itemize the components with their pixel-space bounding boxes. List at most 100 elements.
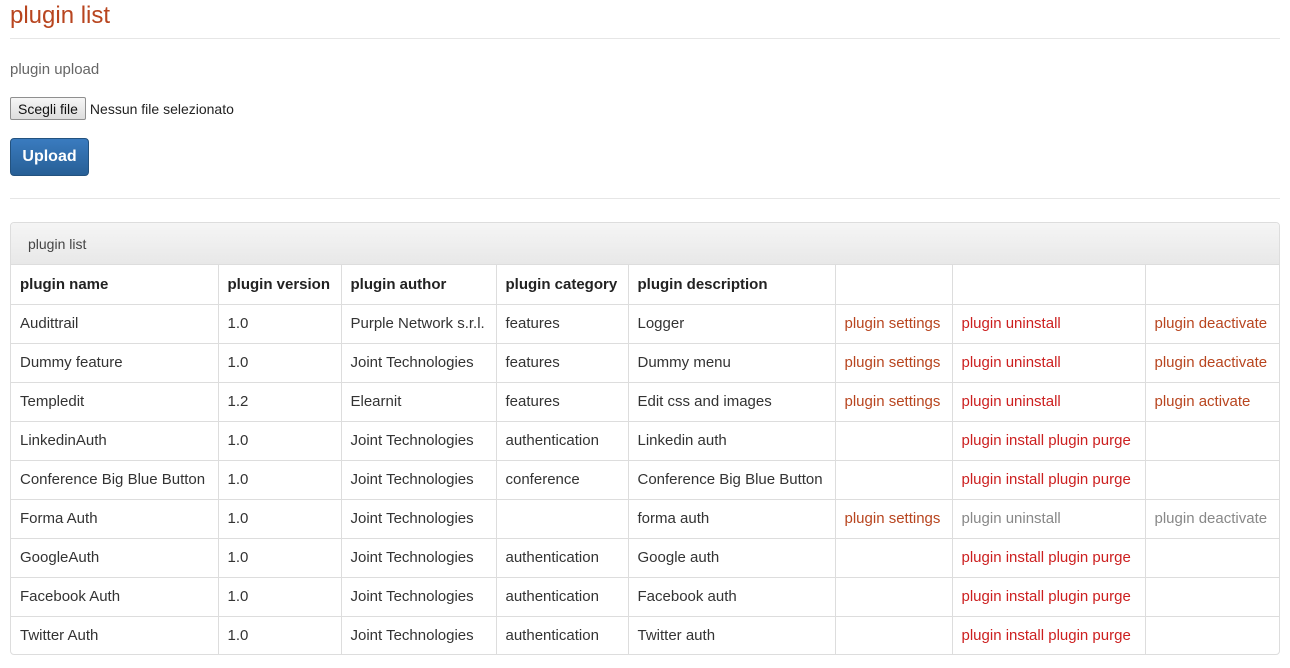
table-cell: Twitter auth xyxy=(628,616,836,654)
plugin-name: Forma Auth xyxy=(20,510,98,527)
plugin-settings-link[interactable]: plugin settings xyxy=(845,393,941,410)
plugin-author: Purple Network s.r.l. xyxy=(350,315,485,332)
table-cell: plugin activate xyxy=(1145,382,1279,422)
table-cell: 1.0 xyxy=(218,421,342,461)
table-cell: 1.0 xyxy=(218,616,342,654)
plugin-version: 1.0 xyxy=(227,588,249,605)
plugin-install-link[interactable]: plugin install xyxy=(962,549,1045,566)
plugin-table: plugin name plugin version plugin author… xyxy=(11,265,1279,654)
plugin-purge-link[interactable]: plugin purge xyxy=(1048,549,1131,566)
table-row: Facebook Auth 1.0 Joint Technologies authen… xyxy=(11,577,1279,617)
plugin-purge-link[interactable]: plugin purge xyxy=(1048,627,1131,644)
table-cell: Joint Technologies xyxy=(341,577,497,617)
table-cell: 1.0 xyxy=(218,460,342,500)
table-cell: Purple Network s.r.l. xyxy=(341,304,497,344)
table-cell: plugin deactivate xyxy=(1145,304,1279,344)
plugin-uninstall-link[interactable]: plugin uninstall xyxy=(962,393,1061,410)
table-cell: Dummy menu xyxy=(628,343,836,383)
plugin-author: Joint Technologies xyxy=(350,354,474,371)
plugin-description: Facebook auth xyxy=(637,588,737,605)
plugin-purge-link[interactable]: plugin purge xyxy=(1048,588,1131,605)
plugin-version: 1.0 xyxy=(227,627,249,645)
file-picker: Scegli file Nessun file selezionato xyxy=(10,97,234,120)
upload-section-label: plugin upload xyxy=(10,61,100,78)
table-cell: Linkedin auth xyxy=(628,421,836,461)
table-row: Conference Big Blue Button 1.0 Joint Techn… xyxy=(11,460,1279,500)
plugin-settings-link[interactable]: plugin settings xyxy=(845,510,941,527)
plugin-category: authentication xyxy=(505,588,599,605)
table-cell: LinkedinAuth xyxy=(11,421,219,461)
table-cell: Forma Auth xyxy=(11,499,219,539)
plugin-name: Twitter Auth xyxy=(20,627,99,645)
table-row: Audittrail 1.0 Purple Network s.r.l. featur… xyxy=(11,304,1279,344)
table-cell: plugin uninstall xyxy=(952,304,1146,344)
table-cell: 1.0 xyxy=(218,343,342,383)
table-cell xyxy=(1145,538,1279,578)
table-header-row: plugin name plugin version plugin author… xyxy=(11,265,1279,305)
column-header: plugin version xyxy=(218,265,342,305)
table-cell: plugin install plugin purge xyxy=(952,577,1146,617)
plugin-install-link[interactable]: plugin install xyxy=(962,588,1045,605)
plugin-name: Conference Big Blue Button xyxy=(20,471,206,488)
table-cell xyxy=(835,616,953,654)
plugin-purge-link[interactable]: plugin purge xyxy=(1048,471,1131,488)
table-cell: Joint Technologies xyxy=(341,499,497,539)
table-cell xyxy=(835,538,953,578)
plugin-version: 1.0 xyxy=(227,471,249,488)
plugin-category: conference xyxy=(505,471,580,488)
plugin-list-panel: plugin list plugin name plugin version p… xyxy=(10,222,1280,655)
panel-heading: plugin list xyxy=(11,223,1279,265)
table-cell: authentication xyxy=(496,616,629,654)
plugin-author: Joint Technologies xyxy=(350,471,474,488)
column-header xyxy=(1145,265,1279,305)
table-cell: authentication xyxy=(496,421,629,461)
plugin-install-link[interactable]: plugin install xyxy=(962,471,1045,488)
table-cell: Joint Technologies xyxy=(341,343,497,383)
plugin-install-link[interactable]: plugin install xyxy=(962,432,1045,449)
plugin-author: Joint Technologies xyxy=(350,627,474,645)
table-cell: Joint Technologies xyxy=(341,538,497,578)
choose-file-button[interactable]: Scegli file xyxy=(10,97,86,120)
plugin-toggle-link[interactable]: plugin deactivate xyxy=(1155,315,1268,332)
table-row: Templedit 1.2 Elearnit features Edit css and… xyxy=(11,382,1279,422)
plugin-description: Dummy menu xyxy=(637,354,731,371)
table-cell: plugin deactivate xyxy=(1145,343,1279,383)
table-cell: plugin uninstall xyxy=(952,499,1146,539)
plugin-toggle-link[interactable]: plugin activate xyxy=(1155,393,1251,410)
table-cell: plugin deactivate xyxy=(1145,499,1279,539)
table-cell: 1.2 xyxy=(218,382,342,422)
plugin-install-link[interactable]: plugin install xyxy=(962,627,1045,644)
plugin-name: Audittrail xyxy=(20,315,79,332)
table-cell: Facebook auth xyxy=(628,577,836,617)
plugin-purge-link[interactable]: plugin purge xyxy=(1048,432,1131,449)
table-cell: plugin settings xyxy=(835,304,953,344)
table-cell: authentication xyxy=(496,577,629,617)
table-cell: Google auth xyxy=(628,538,836,578)
table-cell xyxy=(1145,460,1279,500)
column-header: plugin description xyxy=(628,265,836,305)
upload-button[interactable]: Upload xyxy=(10,138,89,176)
column-header: plugin author xyxy=(341,265,497,305)
plugin-version: 1.0 xyxy=(227,549,249,566)
table-cell: plugin uninstall xyxy=(952,382,1146,422)
plugin-uninstall-link[interactable]: plugin uninstall xyxy=(962,354,1061,371)
table-cell: Edit css and images xyxy=(628,382,836,422)
plugin-settings-link[interactable]: plugin settings xyxy=(845,315,941,332)
table-cell: plugin settings xyxy=(835,499,953,539)
plugin-category: authentication xyxy=(505,627,599,645)
table-cell xyxy=(1145,616,1279,654)
table-cell: Audittrail xyxy=(11,304,219,344)
table-row: Forma Auth 1.0 Joint Technologies forma aut… xyxy=(11,499,1279,539)
divider xyxy=(10,198,1280,199)
plugin-uninstall-link[interactable]: plugin uninstall xyxy=(962,315,1061,332)
table-cell: Joint Technologies xyxy=(341,616,497,654)
plugin-toggle-link[interactable]: plugin deactivate xyxy=(1155,354,1268,371)
table-cell: Elearnit xyxy=(341,382,497,422)
table-cell xyxy=(1145,421,1279,461)
column-header xyxy=(835,265,953,305)
table-cell: 1.0 xyxy=(218,499,342,539)
plugin-name: Dummy feature xyxy=(20,354,123,371)
table-cell: Joint Technologies xyxy=(341,460,497,500)
divider xyxy=(10,38,1280,39)
plugin-settings-link[interactable]: plugin settings xyxy=(845,354,941,371)
